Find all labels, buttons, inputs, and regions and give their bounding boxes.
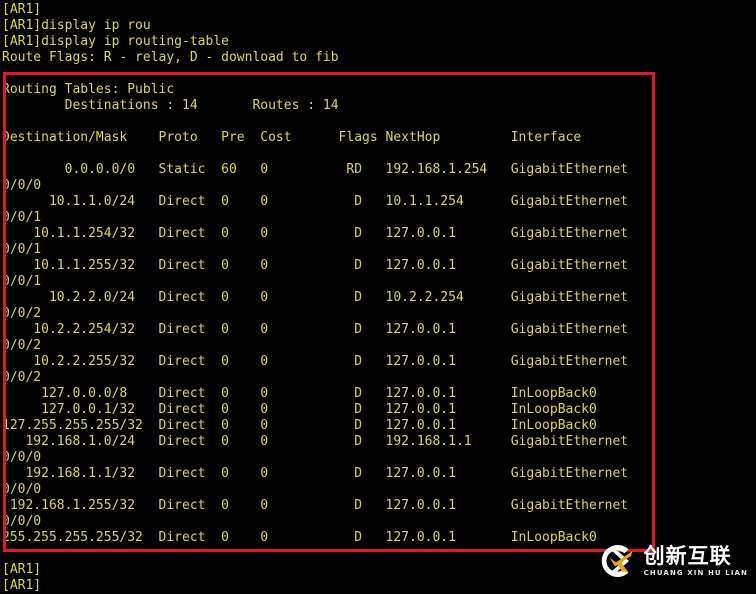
terminal-line: 192.168.1.255/32 Direct 0 0 D 127.0.0.1 … <box>2 498 629 513</box>
watermark-pinyin: CHUANG XIN HU LIAN <box>643 568 748 577</box>
terminal-line: [AR1]display ip routing-table <box>2 34 229 49</box>
terminal-line: 0/0/0 <box>2 482 42 497</box>
watermark-chinese: 创新互联 <box>643 543 732 568</box>
terminal-line: Destinations : 14 Routes : 14 <box>2 98 339 113</box>
terminal-line: ----------------------------------------… <box>2 66 621 81</box>
cx-circle-logo-icon <box>601 545 633 577</box>
terminal-line: 10.2.2.255/32 Direct 0 0 D 127.0.0.1 Gig… <box>2 354 629 369</box>
terminal-line: 0.0.0.0/0 Static 60 0 RD 192.168.1.254 G… <box>2 162 629 177</box>
terminal-line: 0/0/0 <box>2 514 42 529</box>
terminal-line: 0/0/2 <box>2 370 42 385</box>
terminal-line: 0/0/1 <box>2 274 42 289</box>
terminal-line: 127.0.0.1/32 Direct 0 0 D 127.0.0.1 InLo… <box>2 402 597 417</box>
watermark: 创新互联 CHUANG XIN HU LIAN <box>595 537 748 585</box>
terminal-line: 0/0/0 <box>2 450 42 465</box>
terminal-line: [AR1]display ip rou <box>2 18 151 33</box>
terminal-line: 0/0/1 <box>2 210 42 225</box>
terminal-line: 0/0/2 <box>2 306 42 321</box>
terminal-line: 127.0.0.0/8 Direct 0 0 D 127.0.0.1 InLoo… <box>2 386 597 401</box>
terminal-line: 0/0/1 <box>2 242 42 257</box>
terminal-line: 10.2.2.254/32 Direct 0 0 D 127.0.0.1 Gig… <box>2 322 629 337</box>
terminal-line: Route Flags: R - relay, D - download to … <box>2 50 339 65</box>
terminal-line: 10.1.1.255/32 Direct 0 0 D 127.0.0.1 Gig… <box>2 258 629 273</box>
terminal-line: Destination/Mask Proto Pre Cost Flags Ne… <box>2 130 582 145</box>
terminal-line: 192.168.1.1/32 Direct 0 0 D 127.0.0.1 Gi… <box>2 466 629 481</box>
terminal-line: 10.1.1.254/32 Direct 0 0 D 127.0.0.1 Gig… <box>2 226 629 241</box>
terminal-output: [AR1] [AR1]display ip rou [AR1]display ip … <box>0 0 756 593</box>
terminal-line: 0/0/0 <box>2 178 42 193</box>
terminal-line: 10.2.2.0/24 Direct 0 0 D 10.2.2.254 Giga… <box>2 290 629 305</box>
terminal-line: Routing Tables: Public <box>2 82 175 97</box>
terminal-line: 192.168.1.0/24 Direct 0 0 D 192.168.1.1 … <box>2 434 629 449</box>
terminal-line: 0/0/2 <box>2 338 42 353</box>
terminal-line: [AR1] <box>2 2 42 17</box>
watermark-text: 创新互联 CHUANG XIN HU LIAN <box>643 543 748 577</box>
terminal-line: 127.255.255.255/32 Direct 0 0 D 127.0.0.… <box>2 418 597 433</box>
terminal-line: 10.1.1.0/24 Direct 0 0 D 10.1.1.254 Giga… <box>2 194 629 209</box>
